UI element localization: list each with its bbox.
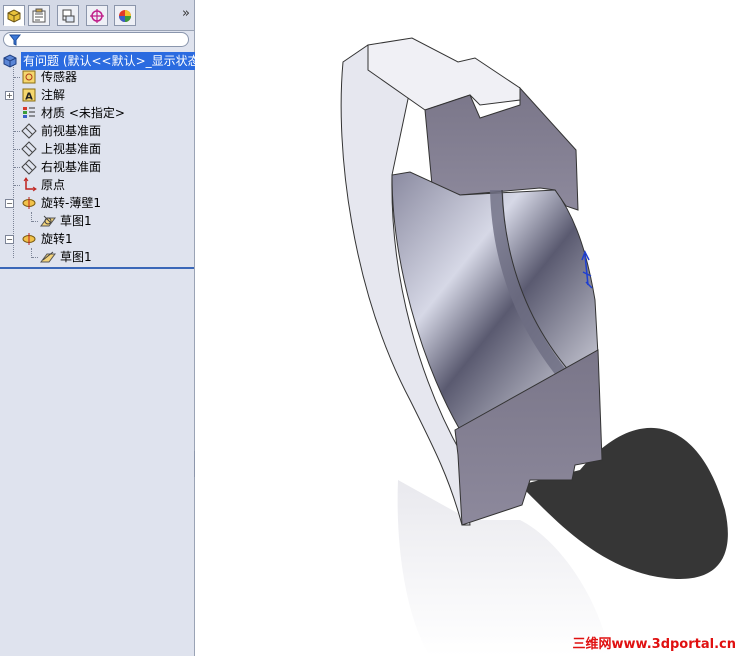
tree-item-label: 旋转1 [41, 232, 73, 246]
origin-icon [23, 177, 37, 192]
feature-manager-icon [7, 8, 21, 23]
tree-item-origin[interactable]: 原点 [0, 176, 194, 194]
tree-filter-input[interactable] [3, 32, 189, 47]
tab-display-manager[interactable] [114, 5, 136, 26]
svg-text:A: A [25, 92, 33, 103]
configuration-manager-icon [62, 9, 75, 22]
property-manager-icon [32, 8, 46, 22]
tree-item-label: 前视基准面 [41, 124, 102, 138]
sketch-icon [40, 251, 56, 263]
tab-dimxpert-manager[interactable] [86, 5, 108, 26]
tree-item-sensors[interactable]: 传感器 [0, 68, 194, 86]
tree-item-label: 上视基准面 [41, 142, 102, 156]
panel-divider [0, 267, 194, 269]
tree-item-label: 旋转-薄壁1 [41, 196, 101, 210]
tree-item-front-plane[interactable]: 前视基准面 [0, 122, 194, 140]
tree-item-revolve[interactable]: − 旋转1 [0, 230, 194, 248]
tree-item-revolve-thin[interactable]: − 旋转-薄壁1 [0, 194, 194, 212]
tree-item-label: 右视基准面 [41, 160, 102, 174]
collapse-toggle[interactable]: − [5, 199, 14, 208]
panel-tab-strip: » [0, 0, 194, 31]
filter-icon [9, 34, 21, 46]
tab-property-manager[interactable] [28, 5, 50, 26]
part-icon [3, 54, 17, 68]
tree-item-top-plane[interactable]: 上视基准面 [0, 140, 194, 158]
revolve-thin-icon [22, 197, 36, 209]
tab-feature-manager[interactable] [3, 5, 25, 26]
tree-item-material[interactable]: 材质 <未指定> [0, 104, 194, 122]
tree-item-right-plane[interactable]: 右视基准面 [0, 158, 194, 176]
plane-icon [21, 159, 37, 175]
model-render [340, 37, 728, 656]
tree-item-label: 传感器 [41, 70, 78, 84]
tree-item-label: 草图1 [60, 250, 92, 264]
dimxpert-icon [90, 8, 104, 23]
sensor-icon [22, 70, 36, 84]
tree-item-label: 注解 [41, 88, 66, 102]
watermark-text: 三维网www.3dportal.cn [572, 637, 736, 652]
tree-item-annotations[interactable]: + A 注解 [0, 86, 194, 104]
tree-item-label: 材质 <未指定> [41, 106, 125, 120]
graphics-viewport[interactable]: 三维网www.3dportal.cn [195, 0, 748, 656]
annotation-icon: A [22, 88, 36, 103]
tree-item-sketch[interactable]: 草图1 [0, 212, 194, 230]
collapse-toggle[interactable]: − [5, 235, 14, 244]
tree-item-sketch[interactable]: 草图1 [0, 248, 194, 266]
plane-icon [21, 141, 37, 157]
expand-toggle[interactable]: + [5, 91, 14, 100]
tab-configuration-manager[interactable] [57, 5, 79, 26]
sketch-icon [40, 215, 56, 227]
plane-icon [21, 123, 37, 139]
feature-manager-panel: » 有问题 (默认<<默认>_显示状态 传感器 + A 注解 材质 <未指定> … [0, 0, 195, 656]
revolve-icon [22, 233, 36, 245]
more-tabs-button[interactable]: » [182, 6, 190, 21]
tree-item-label: 原点 [41, 178, 66, 192]
display-manager-icon [119, 9, 131, 22]
material-icon [23, 107, 35, 118]
tree-item-label: 草图1 [60, 214, 92, 228]
